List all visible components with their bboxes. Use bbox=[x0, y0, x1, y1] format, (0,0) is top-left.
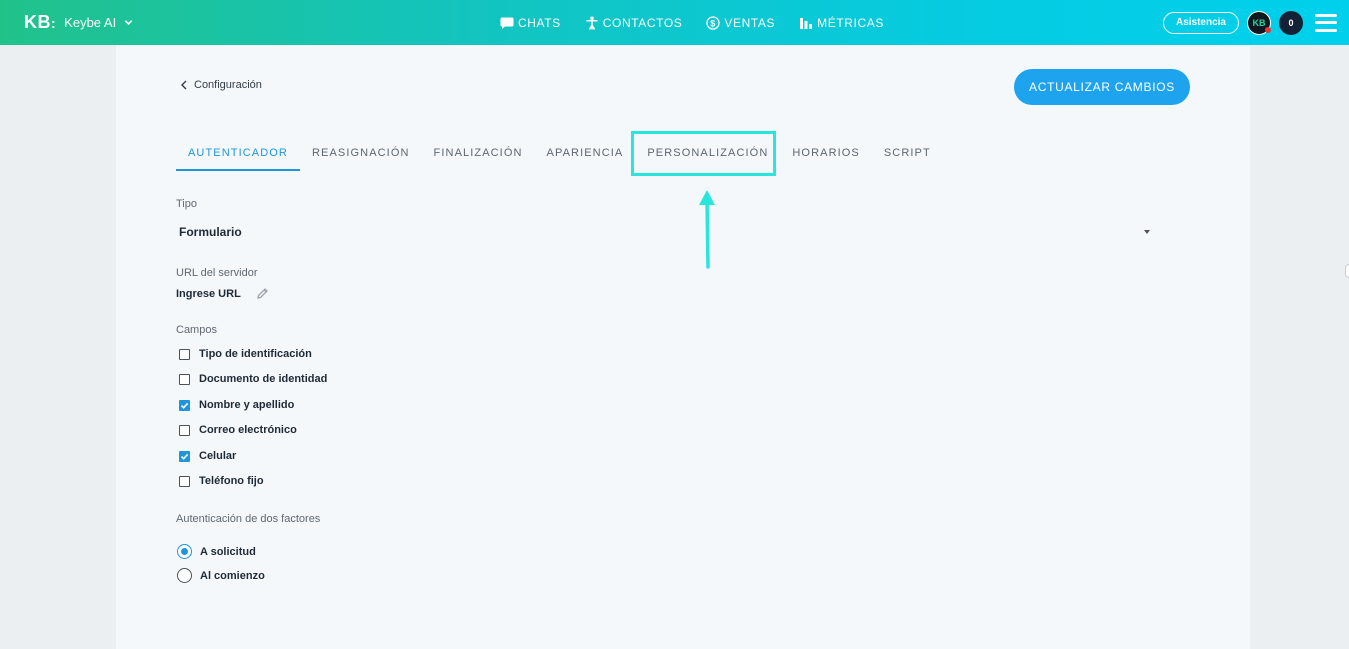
checkbox[interactable] bbox=[179, 424, 190, 436]
back-link[interactable]: Configuración bbox=[180, 79, 262, 91]
person-icon bbox=[586, 16, 598, 30]
status-dot bbox=[1265, 26, 1271, 33]
nav-contactos[interactable]: CONTACTOS bbox=[585, 16, 683, 30]
checkbox-tipo-identificacion[interactable]: Tipo de identificación bbox=[179, 348, 312, 360]
checkbox[interactable] bbox=[179, 475, 190, 487]
nav-metricas-label: MÉTRICAS bbox=[817, 15, 884, 30]
nav-chats[interactable]: CHATS bbox=[500, 16, 561, 30]
nav-ventas[interactable]: $ VENTAS bbox=[706, 16, 775, 30]
checkbox-checked[interactable] bbox=[179, 450, 190, 462]
checkbox[interactable] bbox=[179, 348, 190, 360]
pencil-icon[interactable] bbox=[256, 287, 269, 300]
checkbox[interactable] bbox=[179, 373, 190, 385]
tab-script[interactable]: SCRIPT bbox=[872, 137, 943, 171]
checkbox-correo-electronico[interactable]: Correo electrónico bbox=[179, 424, 297, 436]
chat-icon bbox=[500, 17, 514, 29]
radio[interactable] bbox=[177, 568, 192, 583]
chevron-left-icon bbox=[181, 80, 187, 90]
main-nav: CHATS CONTACTOS $ VENTAS MÉTRICAS bbox=[500, 0, 884, 45]
caret-down-icon[interactable] bbox=[1144, 230, 1150, 234]
back-label: Configuración bbox=[194, 79, 262, 91]
checkbox-documento-identidad[interactable]: Documento de identidad bbox=[179, 373, 327, 385]
update-changes-button[interactable]: ACTUALIZAR CAMBIOS bbox=[1014, 69, 1190, 105]
chevron-down-icon bbox=[124, 20, 133, 25]
checkbox-checked[interactable] bbox=[179, 399, 190, 411]
nav-chats-label: CHATS bbox=[518, 15, 561, 30]
notification-count-badge[interactable]: 0 bbox=[1279, 10, 1303, 35]
radio-al-comienzo[interactable]: Al comienzo bbox=[177, 568, 265, 583]
avatar[interactable]: KB bbox=[1247, 10, 1271, 35]
tipo-select[interactable] bbox=[176, 220, 1156, 248]
tab-horarios[interactable]: HORARIOS bbox=[780, 137, 871, 171]
nav-ventas-label: VENTAS bbox=[724, 15, 776, 30]
brand-name: Keybe AI bbox=[64, 15, 117, 30]
svg-text:$: $ bbox=[711, 18, 717, 28]
menu-icon[interactable] bbox=[1315, 13, 1337, 32]
keybe-logo: KB: bbox=[24, 12, 57, 32]
url-value: Ingrese URL bbox=[176, 288, 241, 300]
campos-label: Campos bbox=[176, 324, 217, 336]
tipo-label: Tipo bbox=[176, 198, 197, 210]
tab-autenticador[interactable]: AUTENTICADOR bbox=[176, 137, 300, 171]
brand-switcher[interactable]: KB: Keybe AI bbox=[24, 0, 133, 45]
bar-chart-icon bbox=[800, 17, 813, 29]
checkbox-nombre-apellido[interactable]: Nombre y apellido bbox=[179, 399, 294, 411]
assist-button[interactable]: Asistencia bbox=[1162, 11, 1239, 34]
radio-selected[interactable] bbox=[177, 544, 192, 559]
checkbox-celular[interactable]: Celular bbox=[179, 450, 236, 462]
top-bar: KB: Keybe AI CHATS CONTACTOS $ VENTAS MÉ… bbox=[0, 0, 1349, 45]
settings-tabs: AUTENTICADOR REASIGNACIÓN FINALIZACIÓN A… bbox=[176, 137, 943, 171]
dollar-icon: $ bbox=[706, 15, 721, 30]
settings-panel: Configuración ACTUALIZAR CAMBIOS AUTENTI… bbox=[116, 45, 1250, 649]
side-drawer-handle[interactable] bbox=[1345, 264, 1349, 278]
highlight-box bbox=[631, 131, 776, 176]
tab-apariencia[interactable]: APARIENCIA bbox=[535, 137, 636, 171]
radio-a-solicitud[interactable]: A solicitud bbox=[177, 544, 256, 559]
nav-metricas[interactable]: MÉTRICAS bbox=[799, 16, 884, 30]
nav-contactos-label: CONTACTOS bbox=[602, 15, 683, 30]
check-icon bbox=[180, 453, 189, 460]
url-label: URL del servidor bbox=[176, 267, 258, 279]
two-factor-label: Autenticación de dos factores bbox=[176, 513, 321, 525]
checkbox-telefono-fijo[interactable]: Teléfono fijo bbox=[179, 475, 264, 487]
user-tools: Asistencia KB 0 bbox=[1162, 0, 1337, 45]
check-icon bbox=[180, 402, 189, 409]
tipo-selected-value: Formulario bbox=[179, 225, 242, 239]
tab-reasignacion[interactable]: REASIGNACIÓN bbox=[300, 137, 422, 171]
tab-finalizacion[interactable]: FINALIZACIÓN bbox=[422, 137, 535, 171]
